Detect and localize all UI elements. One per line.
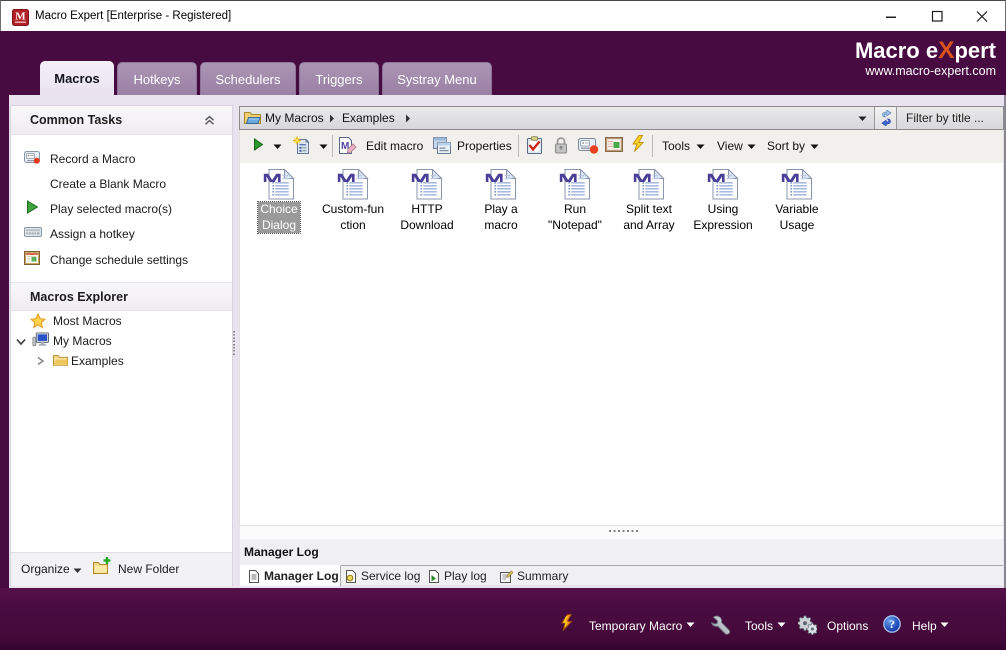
svg-text:?: ? bbox=[889, 617, 895, 631]
svg-text:M: M bbox=[15, 11, 26, 23]
